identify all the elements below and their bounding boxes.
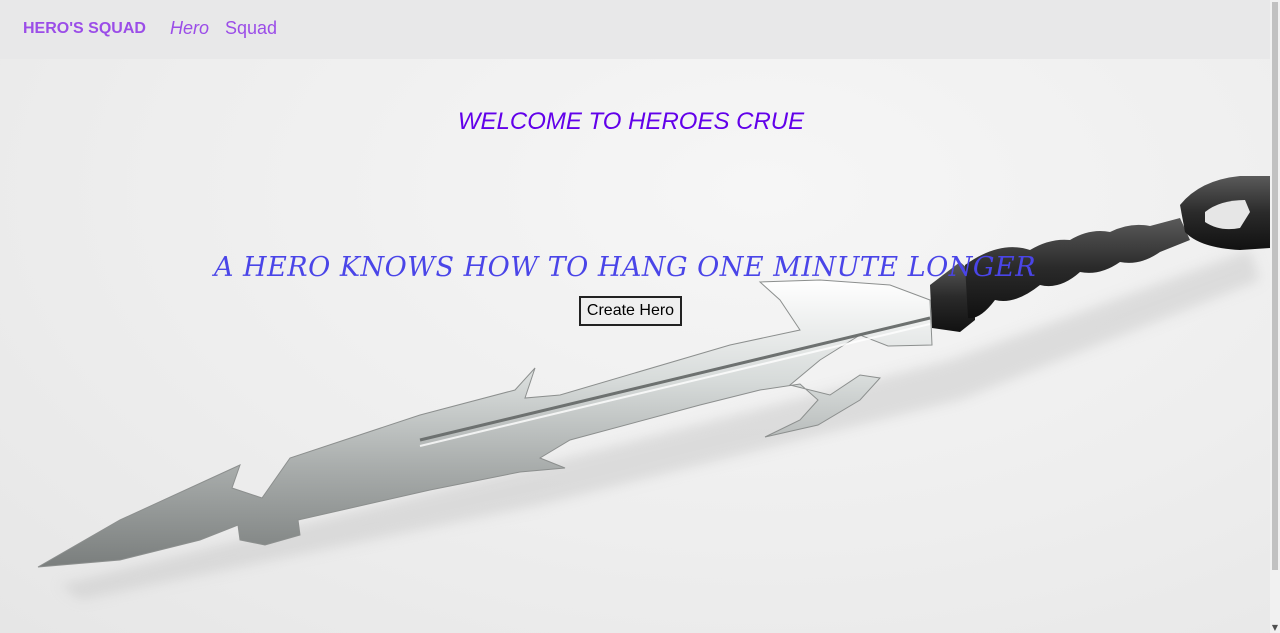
navbar: HERO'S SQUAD Hero Squad — [0, 0, 1270, 59]
nav-link-squad[interactable]: Squad — [225, 18, 277, 39]
nav-link-hero[interactable]: Hero — [170, 18, 209, 39]
welcome-heading: WELCOME TO HEROES CRUE — [457, 108, 805, 135]
sword-background-image — [37, 176, 1270, 600]
page-background: HERO'S SQUAD Hero Squad WELCOME TO HEROE… — [0, 0, 1270, 633]
vertical-scrollbar[interactable]: ▼ — [1270, 0, 1280, 633]
chevron-down-icon[interactable]: ▼ — [1270, 623, 1280, 633]
tagline-heading: A HERO KNOWS HOW TO HANG ONE MINUTE LONG… — [213, 252, 1037, 283]
scrollbar-thumb[interactable] — [1272, 2, 1278, 570]
create-hero-button[interactable]: Create Hero — [579, 296, 682, 326]
brand-link[interactable]: HERO'S SQUAD — [23, 20, 146, 38]
